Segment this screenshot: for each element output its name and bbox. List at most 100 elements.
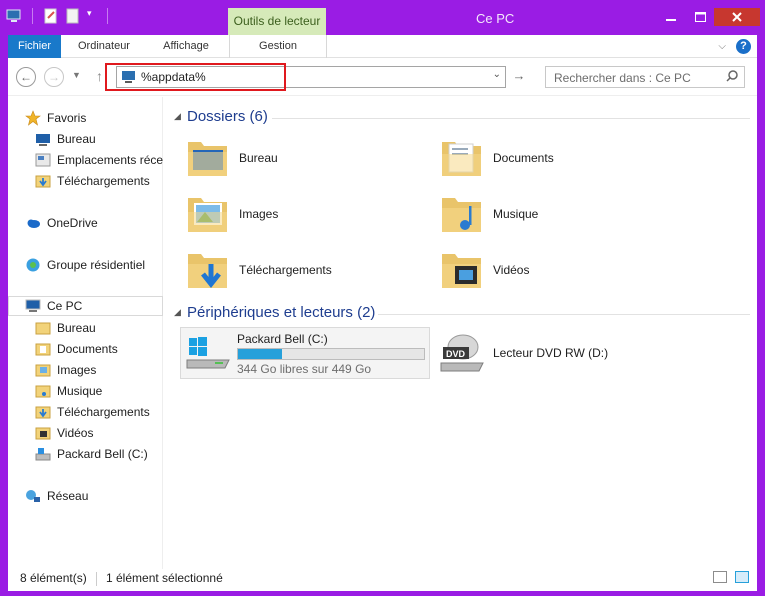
folder-tile-documents[interactable]: Documents bbox=[439, 133, 554, 183]
tile-label: Vidéos bbox=[493, 263, 530, 277]
forward-button[interactable]: → bbox=[44, 67, 64, 87]
maximize-button[interactable] bbox=[686, 8, 714, 26]
pictures-folder-icon bbox=[35, 362, 51, 378]
status-selection: 1 élément sélectionné bbox=[106, 571, 223, 585]
folder-tile-desktop[interactable]: Bureau bbox=[185, 133, 278, 183]
videos-folder-icon bbox=[35, 425, 51, 441]
collapse-caret-icon[interactable]: ◢ bbox=[174, 307, 181, 318]
collapse-caret-icon[interactable]: ◢ bbox=[174, 111, 181, 122]
drive-name: Packard Bell (C:) bbox=[237, 332, 328, 346]
tile-label: Documents bbox=[493, 151, 554, 165]
sidebar-item-drive-c[interactable]: Packard Bell (C:) bbox=[8, 444, 163, 464]
minimize-icon bbox=[666, 19, 676, 21]
star-icon bbox=[25, 110, 41, 126]
tab-manage[interactable]: Gestion bbox=[229, 35, 327, 58]
expand-ribbon-icon[interactable]: ⌵ bbox=[718, 41, 726, 52]
sidebar-item-music[interactable]: Musique bbox=[8, 381, 163, 401]
search-input[interactable]: Rechercher dans : Ce PC bbox=[545, 66, 745, 88]
windows-drive-icon bbox=[185, 334, 231, 377]
arrow-right-icon: → bbox=[48, 70, 60, 84]
sidebar-item-label: Vidéos bbox=[57, 426, 94, 440]
sidebar-item-desktop[interactable]: Bureau bbox=[8, 129, 163, 149]
folder-tile-pictures[interactable]: Images bbox=[185, 189, 278, 239]
sidebar-item-label: Groupe résidentiel bbox=[47, 258, 146, 272]
sidebar-item-homegroup[interactable]: Groupe résidentiel bbox=[8, 255, 163, 275]
drive-tile-dvd[interactable]: DVD Lecteur DVD RW (D:) bbox=[439, 327, 608, 379]
close-button[interactable] bbox=[714, 8, 760, 26]
sidebar-item-label: OneDrive bbox=[47, 216, 98, 230]
recent-places-icon bbox=[35, 152, 51, 168]
tile-label: Lecteur DVD RW (D:) bbox=[493, 346, 609, 360]
sidebar-item-label: Bureau bbox=[57, 132, 96, 146]
group-title-folders[interactable]: Dossiers (6) bbox=[187, 108, 268, 125]
sidebar-item-documents[interactable]: Documents bbox=[8, 339, 163, 359]
drive-tile-c[interactable]: Packard Bell (C:) 344 Go libres sur 449 … bbox=[180, 327, 430, 379]
annotation-highlight-box bbox=[105, 63, 286, 91]
title-bar: ▾ Outils de lecteur Ce PC bbox=[0, 0, 765, 35]
tile-label: Bureau bbox=[239, 151, 278, 165]
documents-folder-icon bbox=[35, 341, 51, 357]
computer-icon bbox=[25, 298, 41, 314]
chevron-down-icon[interactable]: ⌄ bbox=[493, 69, 501, 80]
close-icon bbox=[732, 12, 742, 22]
tab-file[interactable]: Fichier bbox=[8, 35, 61, 58]
sidebar-item-this-pc[interactable]: Ce PC bbox=[8, 296, 163, 316]
large-icons-view-icon[interactable] bbox=[735, 571, 749, 583]
sidebar-item-label: Packard Bell (C:) bbox=[57, 447, 148, 461]
dvd-label: DVD bbox=[446, 349, 466, 359]
back-button[interactable]: ← bbox=[16, 67, 36, 87]
maximize-icon bbox=[694, 12, 706, 22]
pictures-folder-icon bbox=[185, 192, 231, 236]
sidebar-item-recent-places[interactable]: Emplacements récents bbox=[8, 150, 163, 170]
status-item-count: 8 élément(s) bbox=[20, 571, 87, 585]
window-body: Fichier Ordinateur Affichage Gestion ⌵ ?… bbox=[8, 35, 757, 591]
recent-locations-dropdown[interactable]: ▼ bbox=[72, 70, 81, 80]
sidebar-item-favorites[interactable]: Favoris bbox=[8, 108, 163, 128]
sidebar-item-videos[interactable]: Vidéos bbox=[8, 423, 163, 443]
drive-usage-fill bbox=[238, 349, 282, 359]
downloads-folder-icon bbox=[35, 173, 51, 189]
folder-tile-music[interactable]: Musique bbox=[439, 189, 538, 239]
desktop-folder-icon bbox=[185, 136, 231, 180]
videos-folder-icon bbox=[439, 248, 485, 292]
sidebar-item-label: Bureau bbox=[57, 321, 96, 335]
sidebar-item-pictures[interactable]: Images bbox=[8, 360, 163, 380]
quick-access-toolbar: ▾ bbox=[6, 8, 112, 24]
tab-view[interactable]: Affichage bbox=[153, 35, 219, 58]
up-button[interactable]: ↑ bbox=[96, 68, 103, 84]
explorer-window: ▾ Outils de lecteur Ce PC Fichier Ordina… bbox=[0, 0, 765, 596]
details-view-icon[interactable] bbox=[713, 571, 727, 583]
folder-tile-videos[interactable]: Vidéos bbox=[439, 245, 529, 295]
toolbar-divider bbox=[32, 8, 33, 24]
customize-dropdown-icon[interactable]: ▾ bbox=[87, 8, 97, 24]
new-folder-icon[interactable] bbox=[65, 8, 81, 24]
help-icon[interactable]: ? bbox=[736, 39, 751, 54]
properties-icon[interactable] bbox=[43, 8, 59, 24]
sidebar-item-onedrive[interactable]: OneDrive bbox=[8, 213, 163, 233]
sidebar-item-label: Images bbox=[57, 363, 97, 377]
minimize-button[interactable] bbox=[657, 8, 685, 26]
group-divider bbox=[272, 118, 750, 119]
computer-icon[interactable] bbox=[6, 8, 22, 24]
status-divider bbox=[96, 572, 97, 586]
sidebar-item-label: Emplacements récents bbox=[57, 153, 163, 167]
tile-label: Images bbox=[239, 207, 279, 221]
go-arrow-icon[interactable]: → bbox=[510, 68, 528, 86]
navigation-pane: Favoris Bureau Emplacements récents Télé… bbox=[8, 97, 163, 569]
music-folder-icon bbox=[439, 192, 485, 236]
drive-icon bbox=[35, 446, 51, 462]
sidebar-item-downloads[interactable]: Téléchargements bbox=[8, 171, 163, 191]
sidebar-item-label: Téléchargements bbox=[57, 405, 150, 419]
tile-label: Téléchargements bbox=[239, 263, 332, 277]
folder-tile-downloads[interactable]: Téléchargements bbox=[185, 245, 332, 295]
sidebar-item-pc-downloads[interactable]: Téléchargements bbox=[8, 402, 163, 422]
search-placeholder: Rechercher dans : Ce PC bbox=[554, 71, 691, 85]
sidebar-item-network[interactable]: Réseau bbox=[8, 486, 163, 506]
sidebar-item-pc-desktop[interactable]: Bureau bbox=[8, 318, 163, 338]
group-title-devices[interactable]: Périphériques et lecteurs (2) bbox=[187, 304, 375, 321]
tab-computer[interactable]: Ordinateur bbox=[68, 35, 140, 58]
ribbon-controls: ⌵ ? bbox=[718, 39, 751, 54]
context-tab-drive-tools[interactable]: Outils de lecteur bbox=[228, 8, 326, 35]
downloads-folder-icon bbox=[185, 248, 231, 292]
music-folder-icon bbox=[35, 383, 51, 399]
